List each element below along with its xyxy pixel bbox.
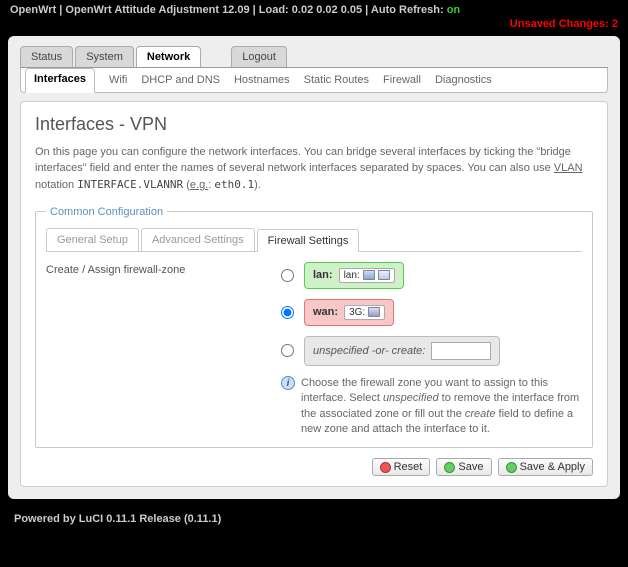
inner-tablist: General Setup Advanced Settings Firewall… <box>46 228 582 252</box>
save-button[interactable]: Save <box>436 458 491 476</box>
option-hint: i Choose the firewall zone you want to a… <box>281 376 582 438</box>
subtab-firewall[interactable]: Firewall <box>383 74 421 86</box>
tab-system[interactable]: System <box>75 46 134 67</box>
iface-chip-lan: lan: <box>339 268 395 283</box>
zone-box-lan[interactable]: lan: lan: <box>304 262 404 289</box>
zone-row-unspec: unspecified -or- create: <box>281 336 582 366</box>
option-label: Create / Assign firewall-zone <box>46 262 271 276</box>
innertab-firewall[interactable]: Firewall Settings <box>257 229 360 252</box>
zone-radio-unspec[interactable] <box>281 344 294 357</box>
subtab-diag[interactable]: Diagnostics <box>435 74 492 86</box>
zone-radio-lan[interactable] <box>281 269 294 282</box>
modem-icon <box>368 307 380 317</box>
zone-row-lan: lan: lan: <box>281 262 582 289</box>
unsaved-changes[interactable]: Unsaved Changes: 2 <box>0 18 628 36</box>
option-body: lan: lan: wan: 3G: unspecified -or- crea… <box>281 262 582 438</box>
button-row: Reset Save Save & Apply <box>35 458 593 476</box>
zone-box-wan[interactable]: wan: 3G: <box>304 299 394 326</box>
tab-status[interactable]: Status <box>20 46 73 67</box>
tab-network[interactable]: Network <box>136 46 201 67</box>
zone-radio-wan[interactable] <box>281 306 294 319</box>
main-tablist: Status System Network Logout <box>20 46 608 68</box>
tab-logout[interactable]: Logout <box>231 46 287 67</box>
sub-tablist: Interfaces Wifi DHCP and DNS Hostnames S… <box>20 68 608 93</box>
info-icon: i <box>281 376 295 390</box>
page-description: On this page you can configure the netwo… <box>35 145 593 194</box>
zone-box-unspec[interactable]: unspecified -or- create: <box>304 336 500 366</box>
subtab-hostnames[interactable]: Hostnames <box>234 74 290 86</box>
ethernet-icon <box>363 270 375 280</box>
content-area: Interfaces - VPN On this page you can co… <box>20 101 608 487</box>
subtab-static[interactable]: Static Routes <box>304 74 369 86</box>
footer: Powered by LuCI 0.11.1 Release (0.11.1) <box>0 507 628 531</box>
main-panel: Status System Network Logout Interfaces … <box>8 36 620 499</box>
zone-unspec-label: unspecified -or- create: <box>313 345 425 357</box>
page-title: Interfaces - VPN <box>35 114 593 135</box>
host-info: OpenWrt | OpenWrt Attitude Adjustment 12… <box>10 4 447 16</box>
zone-row-wan: wan: 3G: <box>281 299 582 326</box>
zone-name-lan: lan: <box>313 269 333 281</box>
innertab-general[interactable]: General Setup <box>46 228 139 251</box>
innertab-advanced[interactable]: Advanced Settings <box>141 228 255 251</box>
subtab-dhcp[interactable]: DHCP and DNS <box>141 74 220 86</box>
create-zone-input[interactable] <box>431 342 491 360</box>
subtab-interfaces[interactable]: Interfaces <box>25 68 95 93</box>
common-config-fieldset: Common Configuration General Setup Advan… <box>35 206 593 449</box>
iface-chip-3g: 3G: <box>344 305 385 320</box>
apply-icon <box>506 462 517 473</box>
top-status-bar: OpenWrt | OpenWrt Attitude Adjustment 12… <box>0 0 628 18</box>
save-apply-button[interactable]: Save & Apply <box>498 458 593 476</box>
save-icon <box>444 462 455 473</box>
reset-icon <box>380 462 391 473</box>
fieldset-legend: Common Configuration <box>46 206 167 218</box>
wifi-icon <box>378 270 390 280</box>
reset-button[interactable]: Reset <box>372 458 431 476</box>
subtab-wifi[interactable]: Wifi <box>109 74 127 86</box>
autorefresh-state: on <box>447 4 460 16</box>
zone-name-wan: wan: <box>313 306 338 318</box>
